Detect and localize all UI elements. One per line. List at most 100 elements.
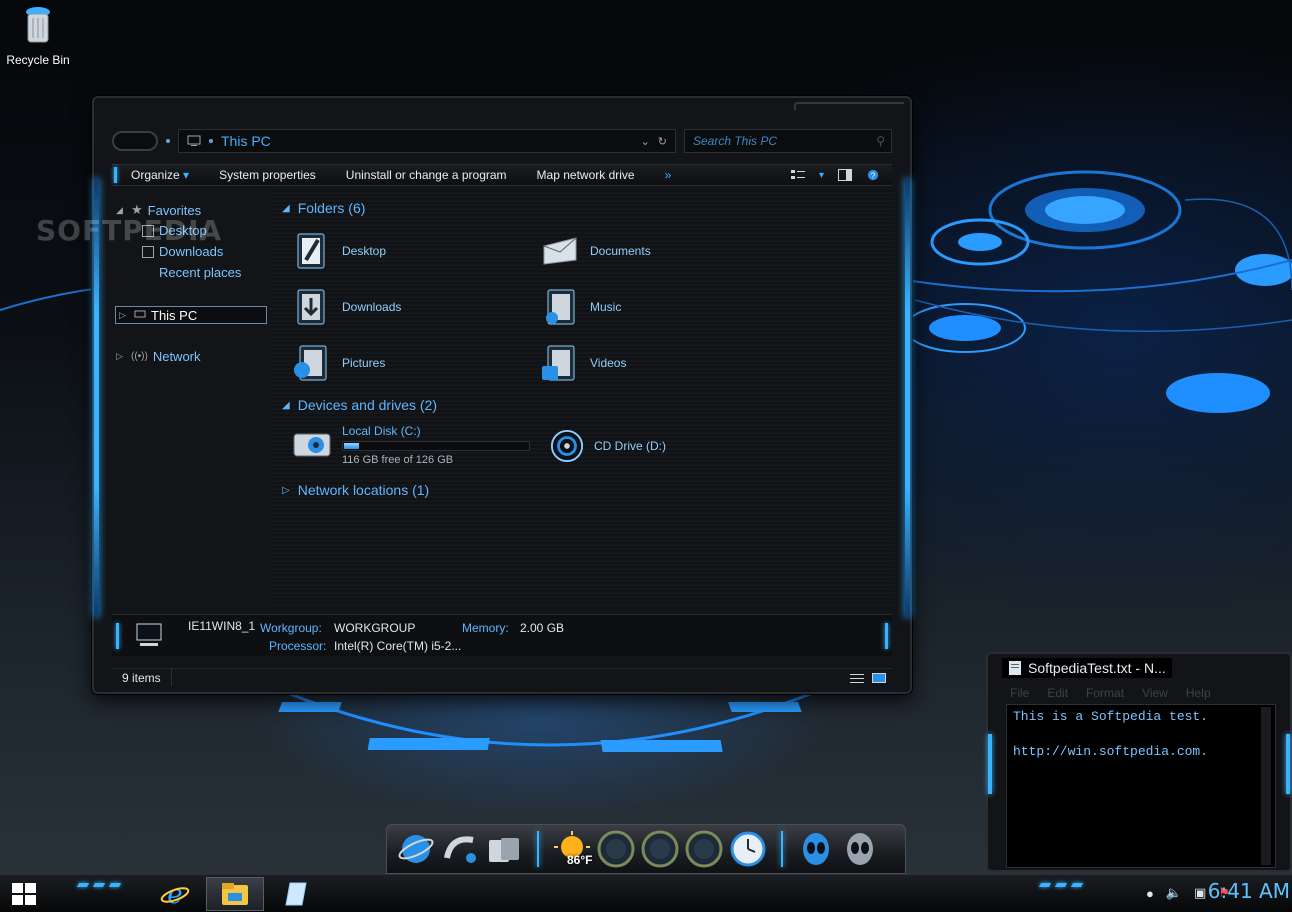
organize-menu[interactable]: Organize ▾ xyxy=(131,168,189,182)
folder-videos[interactable]: Videos xyxy=(540,342,626,384)
start-button-windows-icon[interactable] xyxy=(10,881,38,907)
network-connect-dock-icon[interactable] xyxy=(441,830,479,868)
drive-local-disk[interactable]: Local Disk (C:) 116 GB free of 126 GB xyxy=(292,424,530,466)
menu-view[interactable]: View xyxy=(1142,686,1168,700)
details-view-icon[interactable] xyxy=(850,673,864,683)
notepad-left-glow xyxy=(988,734,992,794)
folder-desktop[interactable]: Desktop xyxy=(292,230,386,272)
menu-file[interactable]: File xyxy=(1010,686,1029,700)
text-line: http://win.softpedia.com. xyxy=(1013,744,1209,759)
notepad-title: SoftpediaTest.txt - N... xyxy=(1028,660,1166,676)
devices-group-header[interactable]: ◢ Devices and drives (2) xyxy=(282,397,437,413)
notepad-window[interactable]: SoftpediaTest.txt - N... File Edit Forma… xyxy=(986,652,1292,872)
notepad-right-glow xyxy=(1286,734,1290,794)
breadcrumb-separator xyxy=(209,139,213,143)
vertical-scrollbar[interactable] xyxy=(1261,707,1271,865)
system-properties-button[interactable]: System properties xyxy=(219,168,316,182)
folder-label: Documents xyxy=(590,244,651,258)
command-bar-accent xyxy=(114,167,117,183)
back-forward-button[interactable] xyxy=(112,131,158,151)
notepad-text-area[interactable]: This is a Softpedia test. http://win.sof… xyxy=(1006,704,1276,868)
svg-text:e: e xyxy=(167,880,182,909)
recycle-bin-shortcut[interactable]: Recycle Bin xyxy=(4,6,72,67)
taskbar-file-explorer[interactable] xyxy=(206,877,264,911)
folders-group-header[interactable]: ◢ Folders (6) xyxy=(282,200,365,216)
menu-help[interactable]: Help xyxy=(1186,686,1211,700)
expand-icon[interactable]: ▷ xyxy=(116,351,126,362)
volume-icon[interactable]: 🔈 xyxy=(1166,885,1182,901)
search-placeholder: Search This PC xyxy=(693,134,778,148)
network-icon: ((•)) xyxy=(131,351,148,362)
help-icon[interactable]: ? xyxy=(866,169,880,181)
view-dropdown-icon[interactable]: ▾ xyxy=(819,170,824,181)
view-toggles xyxy=(850,672,892,683)
expand-icon[interactable]: ▷ xyxy=(119,310,129,321)
taskbar-internet-explorer[interactable]: e xyxy=(146,877,204,911)
workgroup-key: Workgroup: xyxy=(260,621,322,635)
refresh-icon[interactable]: ↻ xyxy=(658,135,667,148)
wallpaper-arc-graphic xyxy=(278,688,821,752)
recent-places-icon xyxy=(142,267,154,279)
file-explorer-icon xyxy=(222,883,248,905)
documents-folder-icon xyxy=(543,237,577,265)
map-network-drive-button[interactable]: Map network drive xyxy=(537,168,635,182)
folder-music[interactable]: Music xyxy=(540,286,621,328)
address-path[interactable]: This PC xyxy=(221,133,633,149)
recent-locations-dot[interactable] xyxy=(166,139,170,143)
alien-gray-dock-icon[interactable] xyxy=(841,830,879,868)
drive-usage-bar xyxy=(342,441,530,451)
processor-key: Processor: xyxy=(269,639,327,653)
large-icons-view-icon[interactable] xyxy=(872,672,886,683)
taskbar-decoration-left xyxy=(76,883,122,887)
menu-edit[interactable]: Edit xyxy=(1047,686,1068,700)
preview-pane-icon[interactable] xyxy=(838,169,852,181)
address-dropdown-icon[interactable]: ⌄ xyxy=(641,135,650,148)
clock-gadget-icon[interactable] xyxy=(729,830,767,868)
cd-drive-icon xyxy=(550,429,584,463)
taskbar-notepad[interactable] xyxy=(268,877,326,911)
internet-explorer-dock-icon[interactable] xyxy=(397,830,435,868)
notepad-icon xyxy=(285,882,307,906)
folder-pictures[interactable]: Pictures xyxy=(292,342,385,384)
recycle-bin-icon xyxy=(26,7,50,43)
search-icon: ⚲ xyxy=(876,134,885,148)
memory-value: 2.00 GB xyxy=(520,621,565,635)
menu-format[interactable]: Format xyxy=(1086,686,1124,700)
alien-blue-dock-icon[interactable] xyxy=(797,830,835,868)
cd-drive-label: CD Drive (D:) xyxy=(594,439,666,453)
network-group-header[interactable]: ▷ Network locations (1) xyxy=(282,482,429,498)
network-meter-gadget-icon[interactable] xyxy=(685,830,723,868)
network-status-icon[interactable]: ▣ xyxy=(1194,885,1206,901)
hard-drive-icon xyxy=(293,433,331,457)
uninstall-program-button[interactable]: Uninstall or change a program xyxy=(346,168,507,182)
workgroup-value: WORKGROUP xyxy=(334,621,416,635)
content-pane[interactable]: ◢ Folders (6) Desktop Documents Download… xyxy=(270,190,894,606)
nav-recent-places[interactable]: Recent places xyxy=(142,265,241,280)
memory-meter-gadget-icon[interactable] xyxy=(641,830,679,868)
computer-icon xyxy=(134,310,146,318)
drive-cd[interactable]: CD Drive (D:) xyxy=(550,428,666,464)
taskbar-decoration-right xyxy=(1038,883,1084,887)
file-explorer-window[interactable]: This PC ⌄ ↻ Search This PC ⚲ Organize ▾ … xyxy=(92,96,912,694)
details-pane: IE11WIN8_1 Workgroup: WORKGROUP Memory: … xyxy=(112,614,892,656)
nav-this-pc-label: This PC xyxy=(151,307,198,323)
search-input[interactable]: Search This PC ⚲ xyxy=(684,129,892,153)
more-commands-button[interactable]: » xyxy=(665,168,672,182)
drive-free-space: 116 GB free of 126 GB xyxy=(342,454,454,466)
cpu-meter-gadget-icon[interactable] xyxy=(597,830,635,868)
action-center-icon[interactable]: ● xyxy=(1146,886,1154,901)
processor-value: Intel(R) Core(TM) i5-2... xyxy=(334,639,462,653)
taskbar-clock[interactable]: 6:41 AM xyxy=(1208,879,1290,903)
notepad-titlebar[interactable]: SoftpediaTest.txt - N... xyxy=(1002,658,1172,678)
folder-documents[interactable]: Documents xyxy=(540,230,651,272)
drives-dock-icon[interactable] xyxy=(485,830,523,868)
chevron-down-icon: ▾ xyxy=(183,168,190,182)
collapse-icon: ◢ xyxy=(282,399,290,411)
view-controls: ▾ ? xyxy=(790,169,892,181)
address-bar[interactable]: This PC ⌄ ↻ xyxy=(178,129,676,153)
pictures-folder-icon xyxy=(294,345,327,381)
change-view-icon[interactable] xyxy=(790,169,805,181)
nav-this-pc[interactable]: ▷ This PC xyxy=(115,306,267,324)
nav-network[interactable]: ▷ ((•)) Network xyxy=(116,349,201,364)
folder-downloads[interactable]: Downloads xyxy=(292,286,401,328)
